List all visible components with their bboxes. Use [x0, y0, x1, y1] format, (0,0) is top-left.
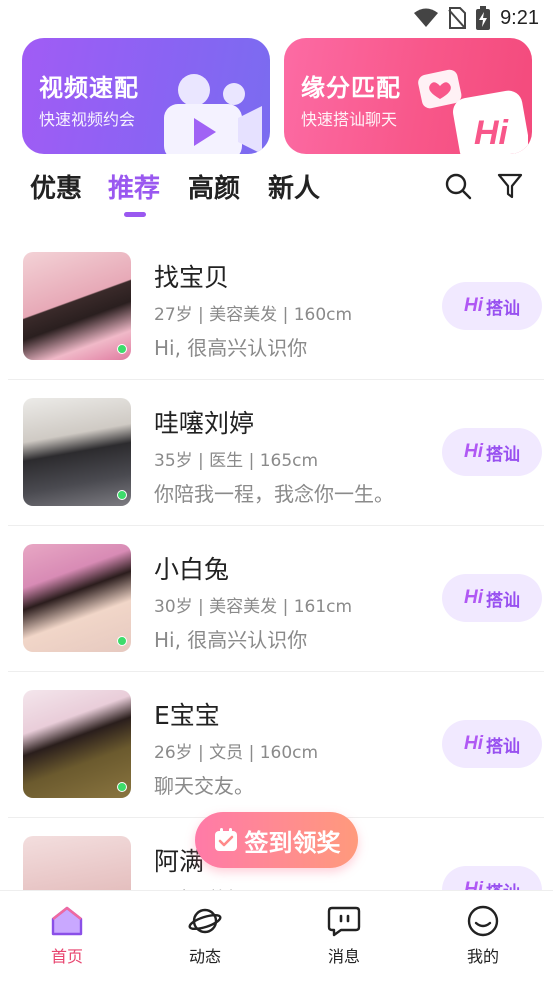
avatar[interactable]: [23, 252, 131, 360]
hi-bubble-icon: Hi: [418, 69, 528, 154]
status-bar: 9:21: [0, 0, 553, 36]
user-card[interactable]: E宝宝 26岁 | 文员 | 160cm 聊天交友。 Hi 搭讪: [8, 672, 544, 818]
user-meta: 26岁 | 文员 | 160cm: [154, 743, 319, 763]
hi-label: 搭讪: [486, 590, 520, 611]
user-greeting: 你陪我一程，我念你一生。: [154, 482, 394, 506]
user-card[interactable]: 哇噻刘婷 35岁 | 医生 | 165cm 你陪我一程，我念你一生。 Hi 搭讪: [8, 380, 544, 526]
checkin-label: 签到领奖: [244, 828, 341, 857]
nav-profile[interactable]: 我的: [443, 905, 523, 967]
hi-chat-button[interactable]: Hi 搭讪: [442, 720, 542, 768]
avatar[interactable]: [23, 544, 131, 652]
category-tabs: 优惠 推荐 高颜 新人: [0, 166, 553, 222]
calendar-check-icon: [214, 828, 237, 851]
planet-icon: [188, 908, 222, 934]
nav-label: 动态: [188, 947, 221, 966]
online-indicator: [117, 782, 127, 792]
hi-chat-button[interactable]: Hi 搭讪: [442, 428, 542, 476]
nav-messages[interactable]: 消息: [304, 905, 384, 967]
nav-label: 我的: [466, 947, 499, 966]
user-name: 找宝贝: [154, 263, 230, 292]
fate-match-banner[interactable]: 缘分匹配 快速搭讪聊天 Hi: [284, 38, 532, 154]
hi-chat-button[interactable]: Hi 搭讪: [442, 574, 542, 622]
search-icon[interactable]: [444, 172, 472, 200]
user-meta: 35岁 | 医生 | 165cm: [154, 451, 319, 471]
tab-recommend[interactable]: 推荐: [108, 168, 160, 205]
profile-smile-icon: [467, 905, 499, 937]
home-icon: [51, 906, 83, 936]
svg-text:Hi: Hi: [474, 114, 510, 152]
hi-chat-button[interactable]: Hi 搭讪: [442, 282, 542, 330]
user-greeting: 聊天交友。: [154, 774, 254, 798]
status-icons: 9:21: [414, 6, 539, 30]
online-indicator: [117, 344, 127, 354]
tab-good-looking[interactable]: 高颜: [188, 168, 240, 205]
online-indicator: [117, 636, 127, 646]
nav-home[interactable]: 首页: [27, 905, 107, 967]
avatar[interactable]: [23, 398, 131, 506]
banner-title: 视频速配: [39, 74, 139, 102]
user-name: 小白兔: [154, 555, 230, 584]
hi-text: Hi: [464, 733, 483, 754]
no-sim-icon: [448, 7, 467, 29]
hi-text: Hi: [464, 587, 483, 608]
checkin-reward-button[interactable]: 签到领奖: [195, 812, 358, 868]
banner-title: 缘分匹配: [301, 74, 401, 102]
online-indicator: [117, 490, 127, 500]
hi-text: Hi: [464, 441, 483, 462]
user-greeting: Hi, 很高兴认识你: [154, 336, 308, 360]
user-card[interactable]: 找宝贝 27岁 | 美容美发 | 160cm Hi, 很高兴认识你 Hi 搭讪: [8, 234, 544, 380]
nav-label: 消息: [327, 947, 360, 966]
battery-charging-icon: [476, 6, 491, 30]
user-name: 哇噻刘婷: [154, 409, 255, 438]
wifi-icon: [414, 8, 439, 27]
status-time: 9:21: [500, 6, 539, 29]
user-meta: 30岁 | 美容美发 | 161cm: [154, 597, 353, 617]
video-match-banner[interactable]: 视频速配 快速视频约会: [22, 38, 270, 154]
tab-discount[interactable]: 优惠: [30, 168, 82, 205]
nav-moments[interactable]: 动态: [165, 905, 245, 967]
user-card[interactable]: 小白兔 30岁 | 美容美发 | 161cm Hi, 很高兴认识你 Hi 搭讪: [8, 526, 544, 672]
banner-subtitle: 快速搭讪聊天: [301, 110, 398, 129]
hi-label: 搭讪: [486, 298, 520, 319]
bottom-nav: 首页 动态 消息 我的: [0, 890, 553, 983]
hi-label: 搭讪: [486, 736, 520, 757]
tab-newcomer[interactable]: 新人: [268, 168, 320, 205]
user-name: E宝宝: [154, 701, 220, 730]
video-camera-icon: [164, 74, 262, 154]
banner-subtitle: 快速视频约会: [39, 110, 136, 129]
user-greeting: Hi, 很高兴认识你: [154, 628, 308, 652]
nav-label: 首页: [50, 947, 83, 966]
avatar[interactable]: [23, 690, 131, 798]
active-tab-indicator: [124, 212, 146, 217]
message-icon: [327, 906, 361, 937]
user-meta: 27岁 | 美容美发 | 160cm: [154, 305, 353, 325]
hi-label: 搭讪: [486, 444, 520, 465]
hi-text: Hi: [464, 295, 483, 316]
filter-icon[interactable]: [497, 172, 523, 200]
